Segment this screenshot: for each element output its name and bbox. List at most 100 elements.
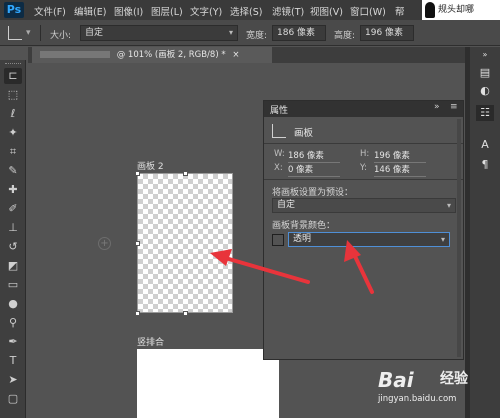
properties-icon[interactable]: ☷ <box>476 105 494 121</box>
path-select-icon[interactable]: ➤ <box>4 372 22 388</box>
w-field[interactable]: 186 像素 <box>288 149 340 163</box>
background-color-select[interactable]: 透明 ▾ <box>288 232 450 247</box>
h-field[interactable]: 196 像素 <box>374 149 426 163</box>
menu-type[interactable]: 文字(Y) <box>190 4 222 18</box>
menu-select[interactable]: 选择(S) <box>230 4 262 18</box>
paragraph-icon[interactable]: ¶ <box>476 157 494 173</box>
height-label: 高度: <box>334 31 356 41</box>
width-field-value: 186 像素 <box>277 28 316 38</box>
artboard-icon <box>272 124 286 138</box>
watermark-url: jingyan.baidu.com <box>378 394 457 404</box>
height-field[interactable]: 196 像素 <box>360 25 414 41</box>
artboard-tool-icon[interactable] <box>8 26 22 40</box>
preset-label: 将画板设置为预设： <box>272 188 354 198</box>
width-label: 宽度: <box>246 31 268 41</box>
artboard2-label[interactable]: 竖排合 <box>137 335 164 348</box>
y-label: Y: <box>360 163 367 173</box>
add-artboard-icon[interactable]: + <box>98 237 111 250</box>
healing-brush-icon[interactable]: ✚ <box>4 182 22 198</box>
figure-icon <box>425 2 435 18</box>
tab-close-icon[interactable]: × <box>232 50 239 60</box>
resize-handle[interactable] <box>183 171 188 176</box>
document-tab-bar: @ 101% (画板 2, RGB/8) * × <box>28 47 465 63</box>
watermark-brand: Bai <box>378 368 414 392</box>
h-label: H: <box>360 149 370 159</box>
tools-panel: ⊏ ⬚ ℓ ✦ ⌗ ✎ ✚ ✐ ⊥ ↺ ◩ ▭ ● ⚲ ✒ T ➤ ▢ <box>0 60 26 418</box>
resize-handle[interactable] <box>135 241 140 246</box>
size-label: 大小: <box>50 31 72 41</box>
w-label: W: <box>274 149 285 159</box>
tab-properties[interactable]: 属性 <box>270 103 288 116</box>
blurred-filename <box>40 51 110 58</box>
width-field[interactable]: 186 像素 <box>272 25 326 41</box>
x-label: X: <box>274 163 283 173</box>
size-select[interactable]: 自定 ▾ <box>80 25 238 41</box>
app-logo: Ps <box>4 2 24 18</box>
artboard-transparent[interactable] <box>137 173 233 313</box>
preset-select[interactable]: 自定 ▾ <box>272 198 456 213</box>
type-tool-icon[interactable]: T <box>4 353 22 369</box>
resize-handle[interactable] <box>135 171 140 176</box>
chevron-down-icon: ▾ <box>446 201 451 210</box>
background-color-label: 画板背景颜色： <box>272 221 336 231</box>
panel-scrollbar[interactable] <box>457 119 461 357</box>
menu-view[interactable]: 视图(V) <box>310 4 343 18</box>
watermark-sub: 经验 <box>440 371 468 387</box>
document-tab-title: @ 101% (画板 2, RGB/8) * <box>116 50 226 60</box>
brush-tool-icon[interactable]: ✐ <box>4 201 22 217</box>
photoshop-window: Ps 文件(F) 编辑(E) 图像(I) 图层(L) 文字(Y) 选择(S) 滤… <box>0 0 500 418</box>
overlay-caption: 规头却哪 <box>422 0 500 20</box>
magic-wand-tool-icon[interactable]: ✦ <box>4 125 22 141</box>
panel-menu-icon[interactable]: ≡ <box>450 102 458 112</box>
menu-layer[interactable]: 图层(L) <box>151 4 183 18</box>
history-brush-icon[interactable]: ↺ <box>4 239 22 255</box>
history-icon[interactable]: ▤ <box>476 65 494 81</box>
lasso-tool-icon[interactable]: ℓ <box>4 106 22 122</box>
menu-bar: Ps 文件(F) 编辑(E) 图像(I) 图层(L) 文字(Y) 选择(S) 滤… <box>0 0 500 20</box>
x-field[interactable]: 0 像素 <box>288 163 340 177</box>
menu-window[interactable]: 窗口(W) <box>350 4 386 18</box>
panel-title: 画板 <box>294 128 314 139</box>
height-field-value: 196 像素 <box>365 28 404 38</box>
artboard-tool-icon[interactable]: ⊏ <box>4 68 22 84</box>
crop-tool-icon[interactable]: ⌗ <box>4 144 22 160</box>
color-icon[interactable]: ◐ <box>476 83 494 99</box>
menu-filter[interactable]: 滤镜(T) <box>272 4 304 18</box>
gradient-tool-icon[interactable]: ▭ <box>4 277 22 293</box>
dock-collapse-icon[interactable]: » <box>476 47 494 63</box>
character-icon[interactable]: A <box>476 137 494 153</box>
blur-tool-icon[interactable]: ● <box>4 296 22 312</box>
resize-handle[interactable] <box>135 311 140 316</box>
document-tab[interactable]: @ 101% (画板 2, RGB/8) * × <box>32 47 272 63</box>
eraser-tool-icon[interactable]: ◩ <box>4 258 22 274</box>
background-color-value: 透明 <box>293 234 312 244</box>
chevron-down-icon: ▾ <box>440 235 445 244</box>
options-bar: ▾ 大小: 自定 ▾ 宽度: 186 像素 高度: 196 像素 <box>0 20 500 46</box>
y-field[interactable]: 146 像素 <box>374 163 426 177</box>
resize-handle[interactable] <box>183 311 188 316</box>
overlay-caption-text: 规头却哪 <box>438 5 475 15</box>
divider <box>264 143 463 144</box>
menu-help[interactable]: 帮 <box>395 4 405 18</box>
menu-image[interactable]: 图像(I) <box>114 4 143 18</box>
separator <box>40 25 41 41</box>
menu-edit[interactable]: 编辑(E) <box>74 4 106 18</box>
dodge-tool-icon[interactable]: ⚲ <box>4 315 22 331</box>
collapse-icon[interactable]: » <box>434 102 440 112</box>
marquee-tool-icon[interactable]: ⬚ <box>4 87 22 103</box>
menu-file[interactable]: 文件(F) <box>34 4 66 18</box>
divider <box>264 179 463 180</box>
properties-panel: 属性 » ≡ 画板 W: 186 像素 H: 196 像素 X: 0 像素 Y:… <box>263 100 464 360</box>
artboard-white[interactable] <box>137 349 279 418</box>
shape-tool-icon[interactable]: ▢ <box>4 391 22 407</box>
tool-preset-chevron-icon[interactable]: ▾ <box>26 28 31 38</box>
pen-tool-icon[interactable]: ✒ <box>4 334 22 350</box>
panel-grip[interactable] <box>5 63 21 66</box>
clone-stamp-icon[interactable]: ⊥ <box>4 220 22 236</box>
watermark: Bai 经验 jingyan.baidu.com <box>378 368 468 404</box>
background-color-swatch[interactable] <box>272 234 284 246</box>
eyedropper-tool-icon[interactable]: ✎ <box>4 163 22 179</box>
artboard-label[interactable]: 画板 2 <box>137 159 164 172</box>
chevron-down-icon: ▾ <box>228 28 233 37</box>
size-select-value: 自定 <box>85 28 104 38</box>
